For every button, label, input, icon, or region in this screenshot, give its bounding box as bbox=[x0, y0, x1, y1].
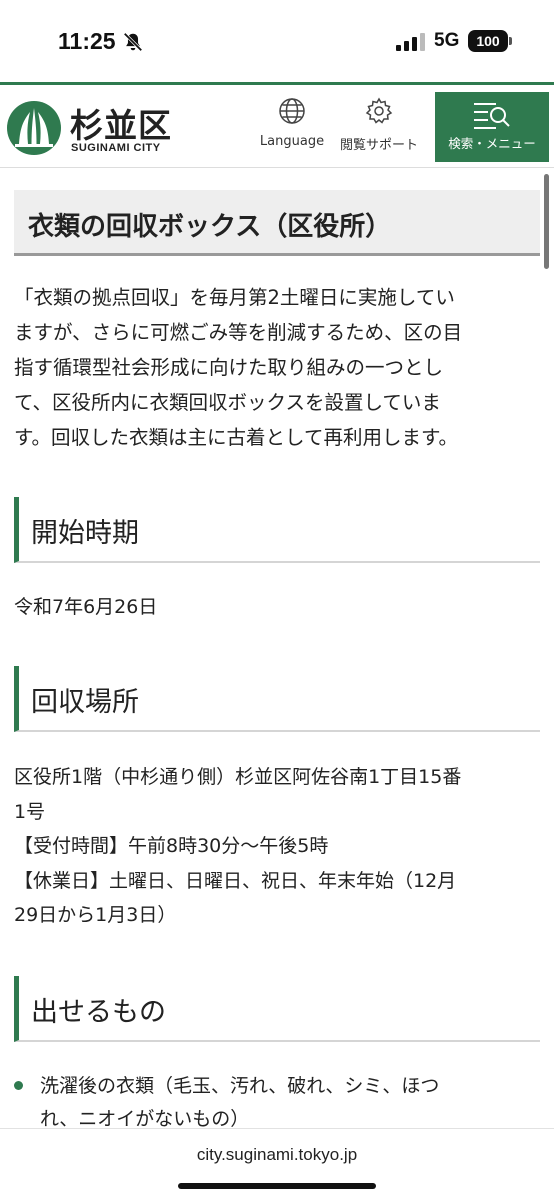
home-indicator[interactable] bbox=[178, 1183, 376, 1189]
section-heading-text: 回収場所 bbox=[31, 687, 139, 718]
section-heading-accepted-items: 出せるもの bbox=[14, 976, 540, 1042]
section-heading-text: 開始時期 bbox=[31, 518, 139, 549]
body-line: 【休業日】土曜日、日曜日、祝日、年末年始（12月 bbox=[14, 869, 457, 892]
body-line: 29日から1月3日） bbox=[14, 904, 177, 926]
intro-line: す。回収した衣類は主に古着として再利用します。 bbox=[14, 426, 459, 449]
body-line: 区役所1階（中杉通り側）杉並区阿佐谷南1丁目15番 bbox=[14, 766, 462, 788]
intro-line: ますが、さらに可燃ごみ等を削減するため、区の目 bbox=[14, 321, 463, 344]
suginami-logo-icon[interactable] bbox=[6, 100, 62, 156]
section-heading-location: 回収場所 bbox=[14, 666, 540, 732]
bullet-icon bbox=[14, 1081, 23, 1090]
page-title-box: 衣類の回収ボックス（区役所） bbox=[14, 190, 540, 256]
intro-paragraph: 「衣類の拠点回収」を毎月第2土曜日に実施してい ますが、さらに可燃ごみ等を削減す… bbox=[14, 280, 540, 455]
location-text: 区役所1階（中杉通り側）杉並区阿佐谷南1丁目15番 1号 【受付時間】午前8時3… bbox=[14, 760, 540, 933]
body-line: 令和7年6月26日 bbox=[14, 596, 158, 618]
menu-search-icon bbox=[474, 103, 510, 129]
search-menu-button[interactable]: 検索・メニュー bbox=[435, 92, 549, 162]
list-item-text: 洗濯後の衣類（毛玉、汚れ、破れ、シミ、ほつ れ、ニオイがないもの） bbox=[40, 1070, 540, 1136]
battery-icon: 100 bbox=[468, 30, 508, 52]
logo-subtext: SUGINAMI CITY bbox=[71, 142, 161, 154]
status-bar: 11:25 5G 100 bbox=[0, 0, 554, 82]
body-line: 1号 bbox=[14, 800, 46, 823]
site-header: 杉並区 SUGINAMI CITY Language 閲覧サポート 検索・メニュ… bbox=[0, 82, 554, 168]
reading-support-label: 閲覧サポート bbox=[339, 138, 418, 153]
gear-icon bbox=[365, 97, 393, 124]
bell-slash-icon bbox=[123, 32, 143, 52]
reading-support-button[interactable]: 閲覧サポート bbox=[334, 97, 424, 153]
url-text[interactable]: city.suginami.tokyo.jp bbox=[0, 1145, 554, 1165]
status-time: 11:25 bbox=[58, 28, 116, 54]
network-label: 5G bbox=[434, 30, 460, 51]
browser-url-bar[interactable]: city.suginami.tokyo.jp bbox=[0, 1128, 554, 1200]
section-heading-text: 出せるもの bbox=[31, 997, 166, 1028]
globe-icon bbox=[279, 98, 305, 124]
page-title: 衣類の回収ボックス（区役所） bbox=[28, 212, 392, 242]
list-item-line: 洗濯後の衣類（毛玉、汚れ、破れ、シミ、ほつ bbox=[40, 1075, 440, 1097]
intro-line: て、区役所内に衣類回収ボックスを設置していま bbox=[14, 391, 441, 414]
language-button[interactable]: Language bbox=[256, 97, 328, 149]
start-date-text: 令和7年6月26日 bbox=[14, 590, 540, 625]
intro-line: 指す循環型社会形成に向けた取り組みの一つとし bbox=[14, 356, 444, 379]
body-line: 【受付時間】午前8時30分～午後5時 bbox=[14, 835, 329, 857]
search-menu-label: 検索・メニュー bbox=[448, 136, 536, 151]
battery-tip bbox=[509, 37, 512, 45]
scrollbar[interactable] bbox=[544, 174, 549, 269]
logo-text[interactable]: 杉並区 bbox=[70, 99, 172, 147]
intro-line: 「衣類の拠点回収」を毎月第2土曜日に実施してい bbox=[14, 286, 455, 309]
section-heading-start-date: 開始時期 bbox=[14, 497, 540, 563]
signal-icon bbox=[396, 33, 425, 51]
language-label: Language bbox=[259, 134, 325, 149]
